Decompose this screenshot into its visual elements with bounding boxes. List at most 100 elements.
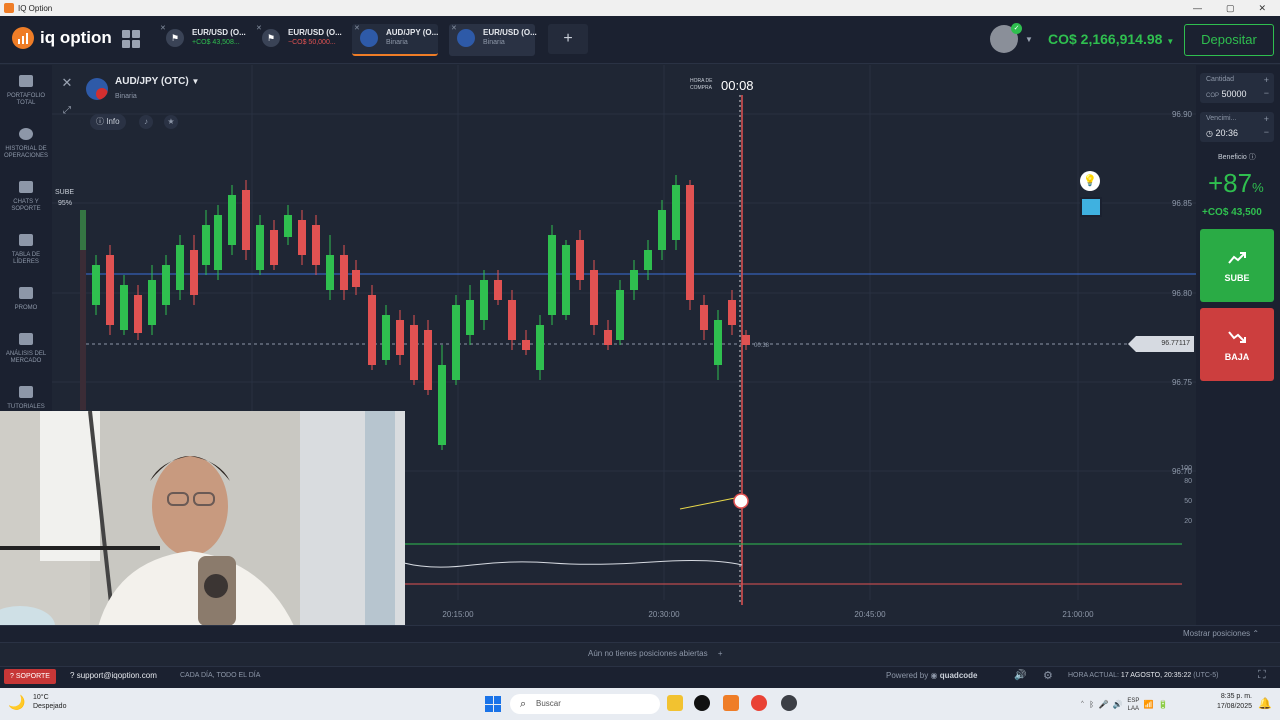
tab-close-icon[interactable]: ✕ [354, 24, 360, 32]
profit-percent: +87% [1208, 168, 1264, 199]
close-window-icon[interactable]: ✕ [1258, 3, 1266, 14]
deposit-button[interactable]: Depositar [1184, 24, 1274, 56]
quadcode-logo-icon: ◉ [930, 671, 938, 680]
tab-name: EUR/USD (O... [288, 28, 342, 37]
tab-close-icon[interactable]: ✕ [451, 24, 457, 32]
tab-close-icon[interactable]: ✕ [160, 24, 166, 32]
weather-icon[interactable]: 🌙 [8, 694, 25, 711]
recording-app-icon[interactable] [781, 695, 797, 711]
minus-icon[interactable]: − [1264, 88, 1269, 98]
candle-body [508, 300, 516, 340]
candle-body [134, 295, 142, 333]
taskbar-search[interactable]: Buscar [510, 694, 660, 714]
expiry-label: Vencimi... [1206, 115, 1237, 122]
help-icon: ? [10, 673, 14, 680]
candle-body [742, 335, 750, 345]
sidebar-item-promo[interactable]: PROMO [0, 287, 52, 312]
no-positions-message: Aún no tienes posiciones abiertas + [588, 649, 723, 658]
sidebar-item-leaders[interactable]: TABLA DE LÍDERES [0, 234, 52, 266]
balance-selector[interactable]: CO$ 2,166,914.98 ▼ [1048, 31, 1174, 47]
candle-body [466, 300, 474, 335]
asset-name: AUD/JPY (OTC) [115, 76, 189, 87]
app-icon-dark[interactable] [694, 695, 710, 711]
sidebar-item-chats[interactable]: CHATS Y SOPORTE [0, 181, 52, 213]
profit-label-text: Beneficio [1218, 154, 1247, 161]
tab-eurusd-3[interactable]: ✕ EUR/USD (O... Binaria [449, 24, 537, 56]
candle-body [162, 265, 170, 305]
candle-body [576, 240, 584, 280]
asset-selector[interactable]: AUD/JPY (OTC) ▼ [115, 76, 199, 87]
show-positions-toggle[interactable]: Mostrar posiciones ⌃ [1183, 629, 1259, 638]
currency-pair-icon [360, 29, 378, 47]
chrome-icon[interactable] [751, 695, 767, 711]
baja-button[interactable]: BAJA [1200, 308, 1274, 381]
info-icon: ⓘ [96, 117, 104, 126]
minimize-icon[interactable]: — [1193, 3, 1202, 14]
info-button[interactable]: ⓘ Info [90, 114, 126, 130]
lightbulb-icon[interactable]: 💡 [1080, 171, 1100, 191]
candle-body [396, 320, 404, 355]
expiry-field[interactable]: Vencimi... ◷ 20:36 + − [1200, 112, 1274, 142]
webcam-overlay [0, 411, 405, 640]
fullscreen-icon[interactable]: ⛶ [1258, 669, 1266, 682]
y-tick-label: 96.80 [1172, 289, 1193, 298]
iq-option-logo[interactable]: iq option [12, 27, 112, 49]
amount-value[interactable]: 50000 [1222, 89, 1247, 99]
purchase-label-2: COMPRA [690, 85, 712, 91]
candle-body [644, 250, 652, 270]
chart-footer [0, 625, 1280, 642]
file-explorer-icon[interactable] [667, 695, 683, 711]
tab-eurusd-1[interactable]: ✕ ⚑ EUR/USD (O... +CO$ 43,508... [158, 24, 246, 56]
close-chart-icon[interactable]: ✕ [58, 74, 76, 92]
support-email-link[interactable]: ? support@iqoption.com [70, 671, 157, 680]
weather-widget[interactable]: 10°C Despejado [33, 693, 66, 711]
sidebar-item-market-analysis[interactable]: ANÁLISIS DEL MERCADO [0, 333, 52, 365]
maximize-icon[interactable]: ▢ [1226, 3, 1235, 14]
expand-icon[interactable]: ⤢ [58, 102, 76, 120]
support-button[interactable]: ? SOPORTE [4, 669, 56, 684]
avatar[interactable]: ✓ [990, 23, 1022, 53]
sube-button[interactable]: SUBE [1200, 229, 1274, 302]
logo-text: iq option [40, 28, 112, 47]
notification-icon[interactable]: 🔔 [1258, 697, 1272, 710]
amount-field[interactable]: Cantidad COP 50000 + − [1200, 73, 1274, 103]
tab-audjpy[interactable]: ✕ AUD/JPY (O... Binaria [352, 24, 438, 56]
bell-icon[interactable]: ♪ [139, 115, 153, 129]
settings-icon[interactable]: ⚙ [1043, 669, 1053, 682]
sidebar-item-portfolio[interactable]: PORTAFOLIO TOTAL [0, 75, 52, 107]
sidebar-item-label: TUTORIALES [7, 404, 45, 410]
candle-body [284, 215, 292, 237]
add-tab-button[interactable]: + [548, 24, 588, 54]
candle-body [714, 320, 722, 365]
plus-icon[interactable]: + [1264, 75, 1269, 85]
candle-body [536, 325, 544, 370]
support-email: support@iqoption.com [76, 671, 157, 680]
taskbar-clock[interactable]: 8:35 p. m. 17/08/2025 [1208, 692, 1252, 712]
tab-sub: Binaria [483, 39, 505, 46]
windows-start-icon[interactable] [485, 696, 501, 712]
oscillator-tick-label: 80 [1184, 478, 1192, 485]
sidebar-item-label: TABLA DE LÍDERES [11, 252, 41, 265]
info-label: Info [106, 117, 120, 126]
plus-icon[interactable]: + [1264, 114, 1269, 124]
iq-option-app-icon[interactable] [723, 695, 739, 711]
treasure-chest-icon[interactable] [1080, 197, 1102, 217]
profit-pct-sign: % [1252, 180, 1264, 195]
support-hours: CADA DÍA, TODO EL DÍA [180, 672, 261, 679]
sidebar-item-tutorials[interactable]: TUTORIALES [0, 386, 52, 411]
sidebar-item-history[interactable]: HISTORIAL DE OPERACIONES [0, 128, 52, 160]
candle-body [270, 230, 278, 265]
window-titlebar: IQ Option — ▢ ✕ [0, 0, 1280, 16]
system-tray[interactable]: ⌃ ᛒ 🎤 🔊 ESP LAA 📶 🔋 [1080, 697, 1168, 713]
plus-icon[interactable]: + [718, 649, 723, 658]
expiry-value[interactable]: 20:36 [1216, 128, 1239, 138]
tab-eurusd-2[interactable]: ✕ ⚑ EUR/USD (O... −CO$ 50,000... [254, 24, 342, 56]
x-tick-label: 20:30:00 [648, 610, 680, 619]
minus-icon[interactable]: − [1264, 127, 1269, 137]
star-icon[interactable]: ★ [164, 115, 178, 129]
tab-close-icon[interactable]: ✕ [256, 24, 262, 32]
candle-body [728, 300, 736, 325]
chevron-down-icon[interactable]: ▼ [1025, 35, 1033, 44]
asset-grid-icon[interactable] [122, 30, 140, 48]
volume-icon[interactable]: 🔊 [1014, 670, 1026, 681]
